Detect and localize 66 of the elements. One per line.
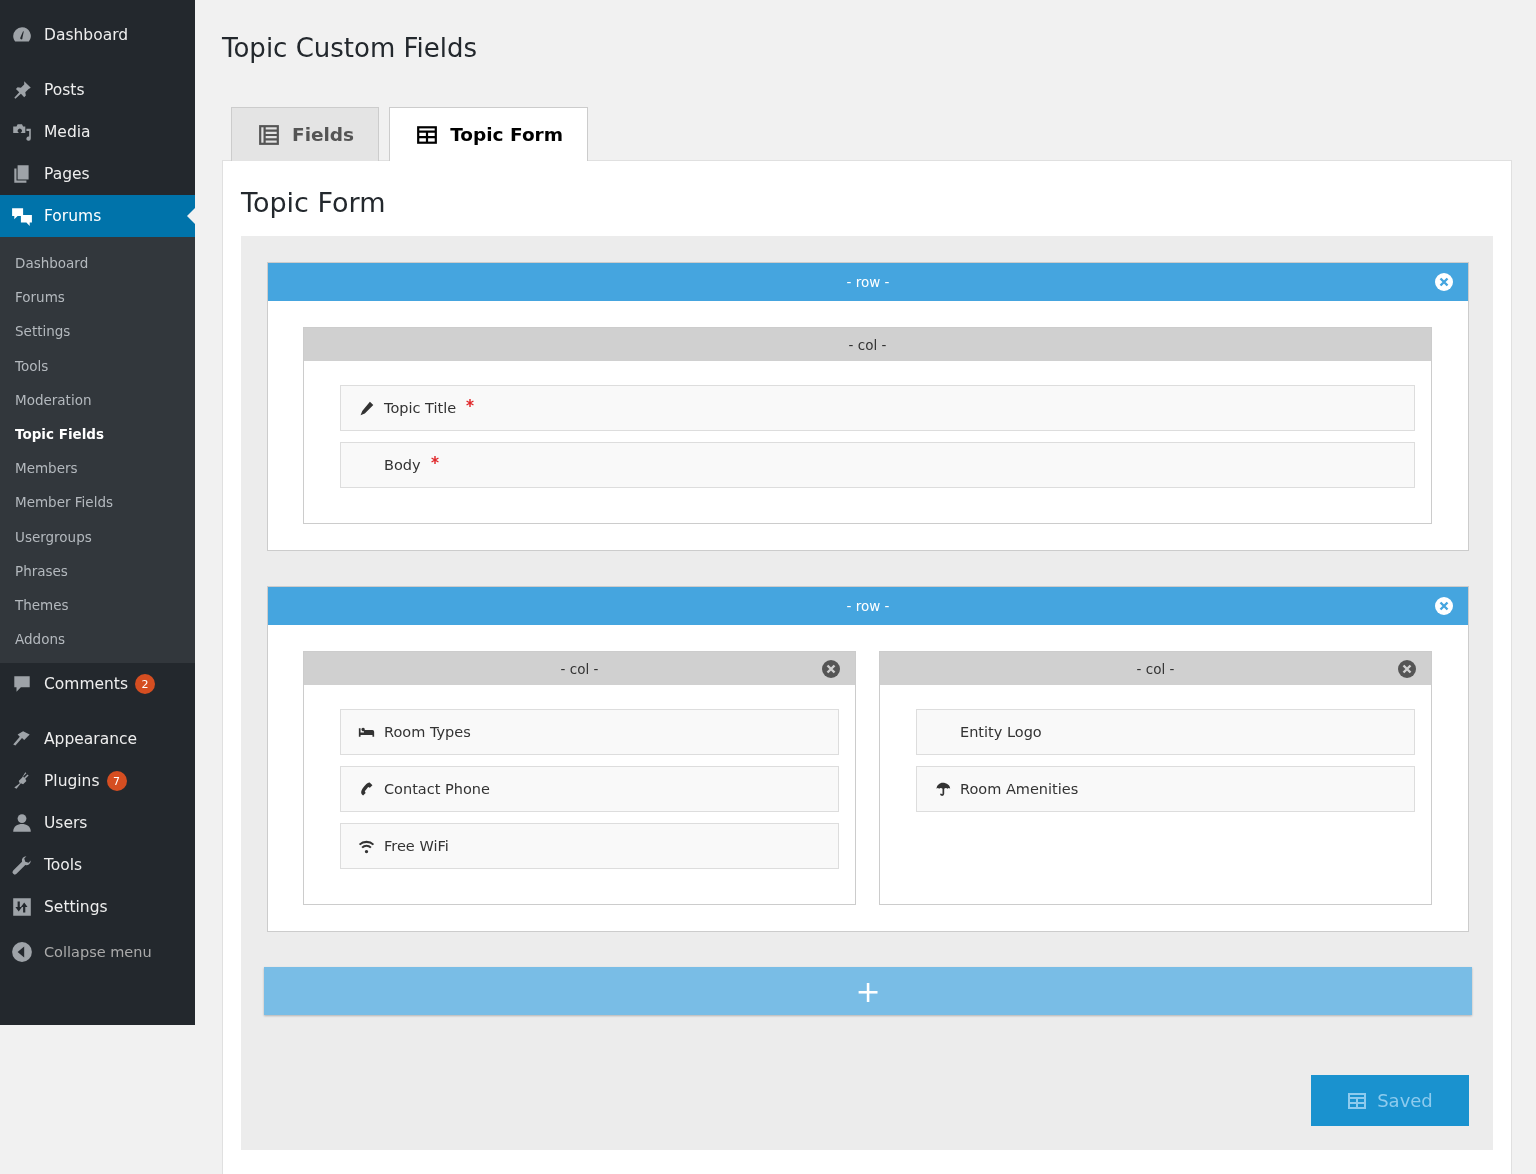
field-label: Topic Title [384, 400, 457, 416]
submenu-item[interactable]: Usergroups [0, 519, 195, 554]
table-icon [416, 123, 439, 146]
submenu-item[interactable]: Themes [0, 587, 195, 623]
submenu-item[interactable]: Forums [0, 280, 195, 315]
form-field-item[interactable]: Room Amenities [916, 766, 1415, 812]
close-icon[interactable] [1434, 272, 1454, 292]
form-field-item[interactable]: Entity Logo [916, 709, 1415, 755]
row-label: - row - [846, 274, 890, 290]
close-icon[interactable] [1434, 596, 1454, 616]
submenu-item[interactable]: Members [0, 451, 195, 486]
form-field-item[interactable]: Topic Title [340, 385, 1415, 431]
submenu-item[interactable]: Tools [0, 348, 195, 383]
menu-item[interactable]: Plugins 7 [0, 760, 195, 803]
menu-item[interactable]: Pages [0, 153, 195, 195]
form-field-item[interactable]: Body [340, 442, 1415, 488]
menu-item[interactable]: Forums [0, 195, 195, 237]
wrench-icon [11, 854, 33, 877]
media-icon [11, 121, 33, 143]
menu-item[interactable]: Dashboard [0, 14, 195, 56]
menu-item[interactable]: Media [0, 111, 195, 153]
required-asterisk-icon [466, 399, 475, 407]
submenu-item[interactable]: Addons [0, 622, 195, 657]
menu-item[interactable]: Tools [0, 844, 195, 887]
tab[interactable]: Fields [231, 107, 380, 161]
column-label: - col - [560, 660, 599, 677]
required-asterisk-icon [430, 456, 439, 464]
form-field-item[interactable]: Free WiFi [340, 823, 839, 869]
submenu-item[interactable]: Dashboard [0, 246, 195, 281]
column-label: - col - [1136, 660, 1175, 677]
menu-item[interactable]: Settings [0, 886, 195, 929]
submenu-item[interactable]: Topic Fields [0, 416, 195, 452]
menu-item[interactable]: Posts [0, 69, 195, 111]
menu-item[interactable]: Appearance [0, 718, 195, 761]
user-icon [11, 812, 33, 835]
menu-item[interactable]: Comments 2 [0, 663, 195, 706]
field-label: Free WiFi [384, 838, 449, 854]
count-badge: 7 [106, 771, 127, 792]
page-title: Topic Custom Fields [222, 33, 479, 65]
count-badge: 2 [135, 674, 156, 695]
close-icon[interactable] [1397, 658, 1417, 679]
close-icon[interactable] [821, 658, 841, 679]
submenu-item[interactable]: Moderation [0, 382, 195, 417]
submenu-item[interactable]: Member Fields [0, 485, 195, 520]
menu-item[interactable]: Users [0, 802, 195, 845]
column-label: - col - [848, 336, 887, 353]
form-field-item[interactable]: Room Types [340, 709, 839, 755]
field-label: Room Types [384, 724, 471, 740]
collapse-menu-button[interactable]: Collapse menu [0, 931, 195, 974]
submenu-item[interactable]: Settings [0, 314, 195, 349]
table-icon [1347, 1090, 1368, 1111]
field-label: Entity Logo [960, 724, 1042, 740]
submenu-item[interactable]: Phrases [0, 553, 195, 588]
field-label: Room Amenities [960, 781, 1079, 797]
pin-icon [11, 79, 33, 101]
list-icon [258, 123, 280, 146]
field-label: Contact Phone [384, 781, 490, 797]
forums-icon [11, 205, 33, 227]
field-label: Body [384, 457, 421, 473]
tab[interactable]: Topic Form [389, 107, 588, 161]
row-label: - row - [846, 598, 890, 614]
pencil-icon [358, 399, 375, 417]
panel-title: Topic Form [241, 187, 387, 218]
phone-icon [358, 780, 375, 798]
umbrella-icon [934, 780, 951, 798]
form-field-item[interactable]: Contact Phone [340, 766, 839, 812]
